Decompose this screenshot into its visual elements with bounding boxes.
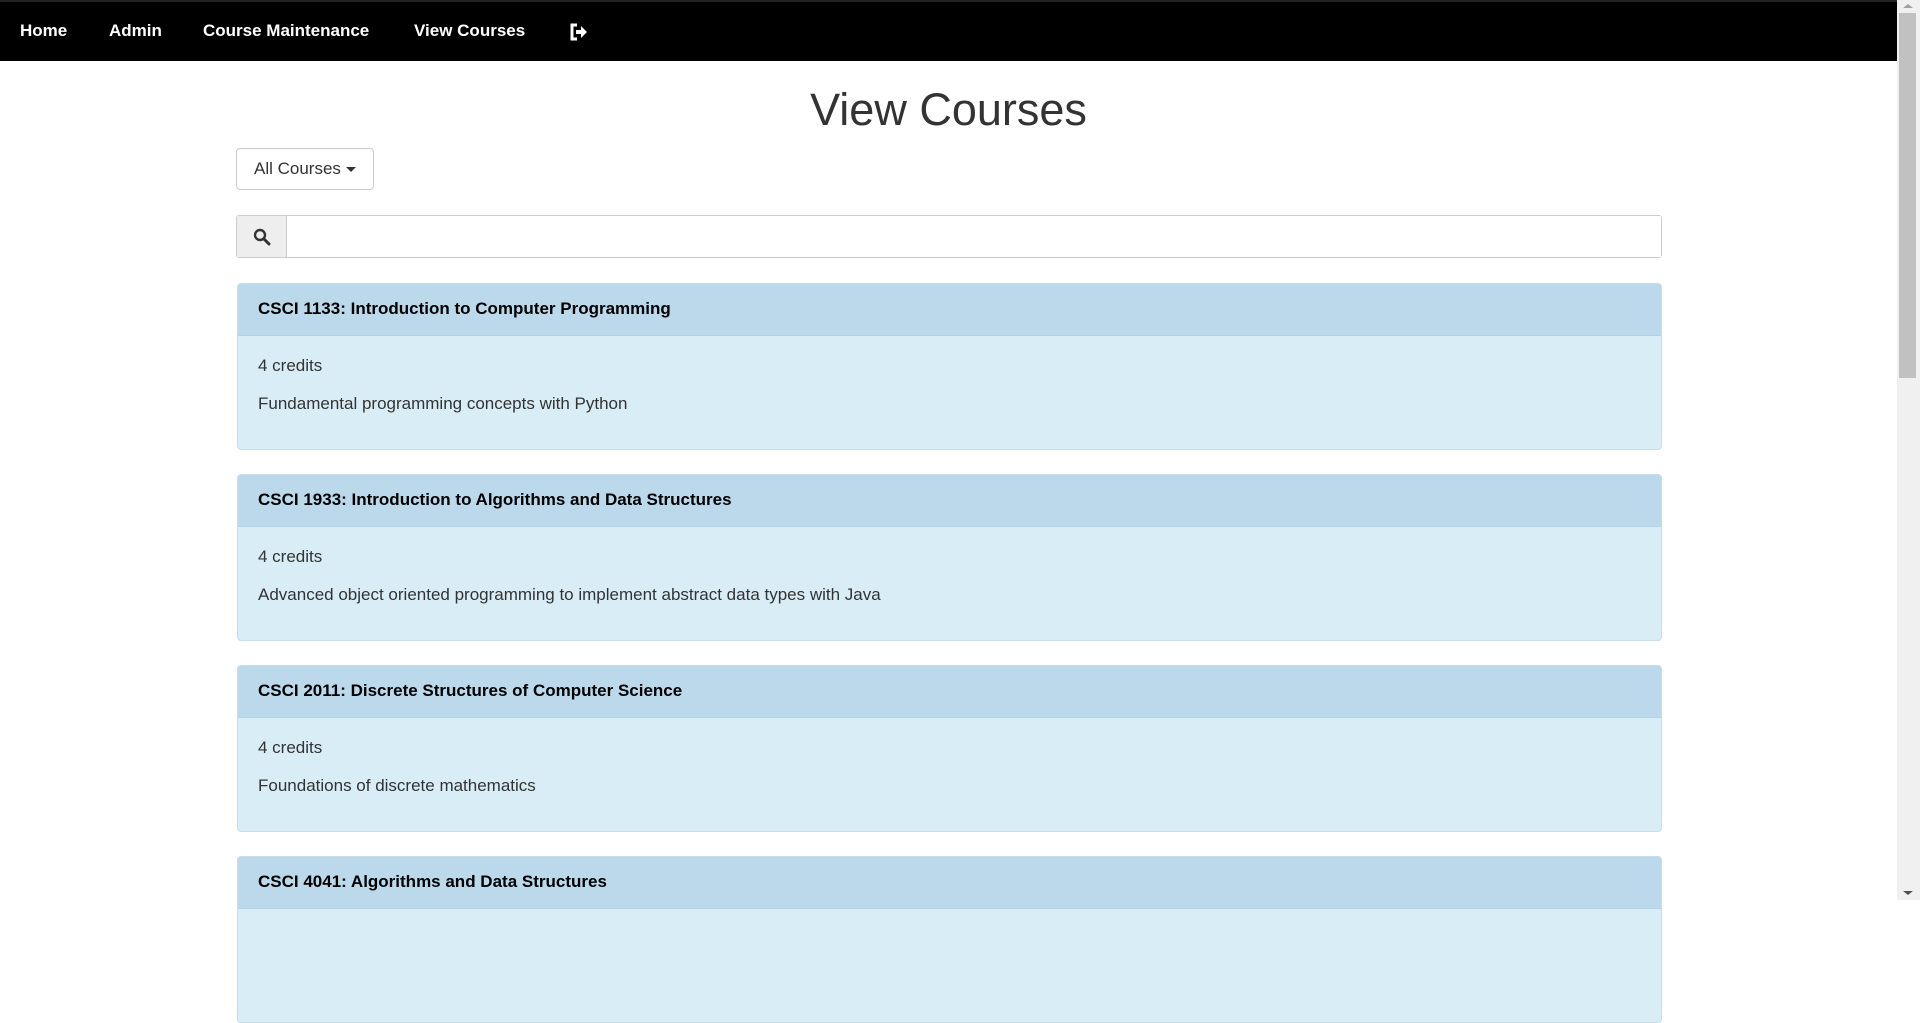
course-card[interactable]: CSCI 1133: Introduction to Computer Prog…	[237, 283, 1662, 450]
scroll-up-icon[interactable]	[1903, 4, 1913, 8]
course-title: CSCI 1933: Introduction to Algorithms an…	[238, 475, 1661, 527]
course-description: Advanced object oriented programming to …	[258, 585, 881, 604]
course-filter-dropdown[interactable]: All Courses	[236, 148, 374, 190]
dropdown-label: All Courses	[254, 159, 341, 178]
vertical-scrollbar[interactable]	[1897, 0, 1920, 900]
nav-admin[interactable]: Admin	[109, 2, 162, 60]
course-credits: 4 credits	[258, 547, 323, 566]
course-card[interactable]: CSCI 1933: Introduction to Algorithms an…	[237, 474, 1662, 641]
course-credits: 4 credits	[258, 356, 323, 375]
page-title: View Courses	[810, 84, 1087, 135]
caret-down-icon	[345, 167, 356, 173]
course-description: Foundations of discrete mathematics	[258, 776, 536, 795]
course-card[interactable]: CSCI 2011: Discrete Structures of Comput…	[237, 665, 1662, 832]
nav-course-maintenance[interactable]: Course Maintenance	[203, 2, 369, 60]
nav-home[interactable]: Home	[20, 2, 67, 60]
search-bar	[236, 215, 1662, 258]
course-credits: 4 credits	[258, 738, 323, 757]
top-navbar: Home Admin Course Maintenance View Cours…	[0, 0, 1897, 61]
scrollbar-thumb[interactable]	[1899, 13, 1916, 378]
course-description: Fundamental programming concepts with Py…	[258, 394, 628, 413]
search-icon	[237, 216, 287, 257]
search-input[interactable]	[287, 216, 1661, 257]
course-title: CSCI 4041: Algorithms and Data Structure…	[238, 857, 1661, 909]
logout-icon[interactable]	[568, 22, 588, 42]
scroll-down-icon[interactable]	[1903, 891, 1913, 895]
course-title: CSCI 1133: Introduction to Computer Prog…	[238, 284, 1661, 336]
course-title: CSCI 2011: Discrete Structures of Comput…	[238, 666, 1661, 718]
nav-view-courses[interactable]: View Courses	[414, 2, 525, 60]
course-card[interactable]: CSCI 4041: Algorithms and Data Structure…	[237, 856, 1662, 1023]
